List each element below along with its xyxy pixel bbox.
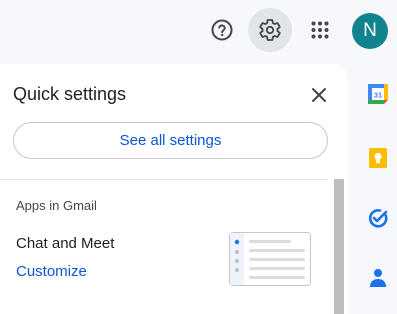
calendar-day-number: 31 xyxy=(374,91,382,100)
apps-grid-icon xyxy=(311,21,329,39)
avatar-initial: N xyxy=(363,20,377,41)
see-all-settings-label: See all settings xyxy=(119,132,222,149)
chat-meet-layout-preview xyxy=(229,232,311,286)
chat-and-meet-label: Chat and Meet xyxy=(16,235,115,252)
scrollbar-thumb[interactable] xyxy=(334,179,344,314)
apps-in-gmail-heading: Apps in Gmail xyxy=(16,198,97,213)
see-all-settings-button[interactable]: See all settings xyxy=(13,122,328,159)
google-apps-button[interactable] xyxy=(300,10,340,50)
divider xyxy=(0,179,328,180)
gear-icon xyxy=(259,19,281,41)
quick-settings-title: Quick settings xyxy=(13,84,127,104)
account-avatar[interactable]: N xyxy=(352,13,388,49)
tasks-icon xyxy=(368,209,388,228)
side-app-contacts[interactable] xyxy=(366,266,390,290)
side-app-calendar[interactable]: 31 xyxy=(366,82,390,106)
customize-link[interactable]: Customize xyxy=(16,263,87,280)
close-icon xyxy=(312,88,326,102)
side-app-keep[interactable] xyxy=(366,146,390,170)
help-button[interactable] xyxy=(202,10,242,50)
keep-icon xyxy=(369,148,387,168)
contacts-icon xyxy=(370,269,386,287)
help-circle-icon xyxy=(211,19,233,41)
quick-settings-panel: Quick settings See all settings Apps in … xyxy=(0,64,348,314)
calendar-icon: 31 xyxy=(368,84,388,104)
side-app-tasks[interactable] xyxy=(366,206,390,230)
settings-button[interactable] xyxy=(248,8,292,52)
close-button[interactable] xyxy=(304,80,334,110)
